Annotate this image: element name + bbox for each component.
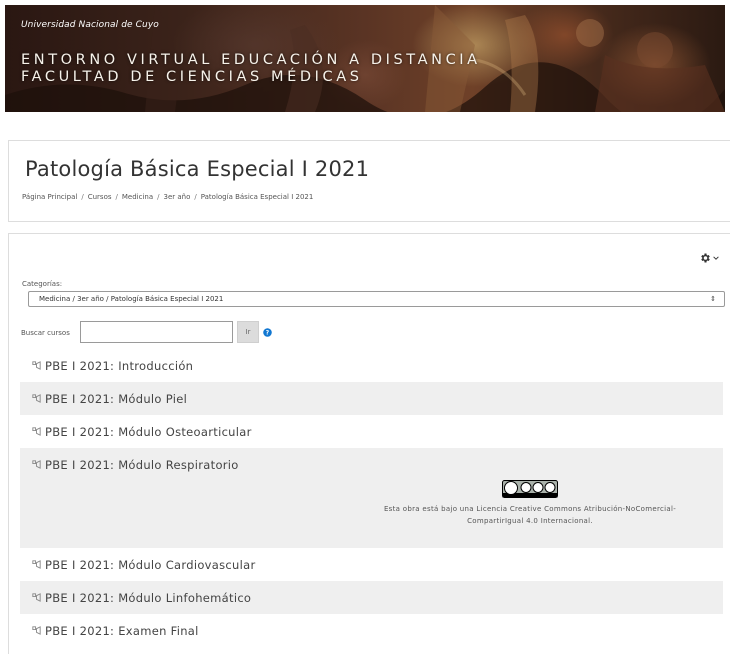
course-item[interactable]: PBE I 2021: Examen Final [20,614,723,647]
course-link[interactable]: PBE I 2021: Introducción [45,359,193,373]
license-text-line1[interactable]: Esta obra está bajo una Licencia Creativ… [350,503,710,515]
breadcrumb: Página Principal / Cursos / Medicina/3er año… [22,193,314,201]
course-link[interactable]: PBE I 2021: Módulo Osteoarticular [45,425,252,439]
course-link[interactable]: PBE I 2021: Módulo Linfohemático [45,591,251,605]
category-selected-value: Medicina / 3er año / Patología Básica Es… [39,295,224,303]
search-courses-input[interactable] [80,321,233,343]
banner-title-line2: FACULTAD DE CIENCIAS MÉDICAS [21,69,363,85]
course-icon [32,394,41,403]
course-item-expanded[interactable]: PBE I 2021: Módulo Respiratorio Esta obr… [20,448,723,548]
course-category-panel: Categorías: Medicina / 3er año / Patolog… [8,233,730,654]
course-icon [32,427,41,436]
course-link[interactable]: PBE I 2021: Módulo Cardiovascular [45,558,255,572]
course-item[interactable]: PBE I 2021: Módulo Cardiovascular [20,548,723,581]
course-link[interactable]: PBE I 2021: Módulo Respiratorio [45,458,239,472]
course-link[interactable]: PBE I 2021: Módulo Piel [45,392,187,406]
breadcrumb-item-home[interactable]: Página Principal [22,193,77,201]
course-icon [32,560,41,569]
course-icon [32,626,41,635]
course-icon [32,460,41,469]
university-name: Universidad Nacional de Cuyo [21,20,159,30]
category-select[interactable]: Medicina / 3er año / Patología Básica Es… [28,291,725,307]
search-go-button[interactable]: Ir [237,321,259,343]
banner-title-line1: ENTORNO VIRTUAL EDUCACIÓN A DISTANCIA [21,52,481,68]
chevron-down-icon [713,256,719,260]
select-arrows-icon: ⇕ [710,295,716,303]
course-icon [32,593,41,602]
page-header: Patología Básica Especial I 2021 Página … [8,140,730,222]
course-item[interactable]: PBE I 2021: Módulo Piel [20,382,723,415]
gear-icon [701,253,710,263]
breadcrumb-item-medicina[interactable]: Medicina [122,193,153,201]
breadcrumb-item-courses[interactable]: Cursos [88,193,112,201]
course-icon [32,361,41,370]
page-title: Patología Básica Especial I 2021 [25,157,370,181]
course-list: PBE I 2021: Introducción PBE I 2021: Mód… [20,349,723,647]
search-courses-label: Buscar cursos [21,329,70,337]
breadcrumb-item-current[interactable]: Patología Básica Especial I 2021 [201,193,314,201]
course-link[interactable]: PBE I 2021: Examen Final [45,624,199,638]
creative-commons-badge[interactable] [502,480,558,498]
license-text-line2[interactable]: CompartirIgual 4.0 Internacional. [350,515,710,527]
course-item[interactable]: PBE I 2021: Módulo Osteoarticular [20,415,723,448]
license-block: Esta obra está bajo una Licencia Creativ… [350,480,710,527]
course-item[interactable]: PBE I 2021: Módulo Linfohemático [20,581,723,614]
course-item[interactable]: PBE I 2021: Introducción [20,349,723,382]
categories-label: Categorías: [22,280,63,288]
settings-menu[interactable] [699,250,723,266]
site-banner[interactable]: Universidad Nacional de Cuyo ENTORNO VIR… [5,5,725,112]
help-icon[interactable]: ? [263,328,272,337]
breadcrumb-item-year[interactable]: 3er año [164,193,191,201]
